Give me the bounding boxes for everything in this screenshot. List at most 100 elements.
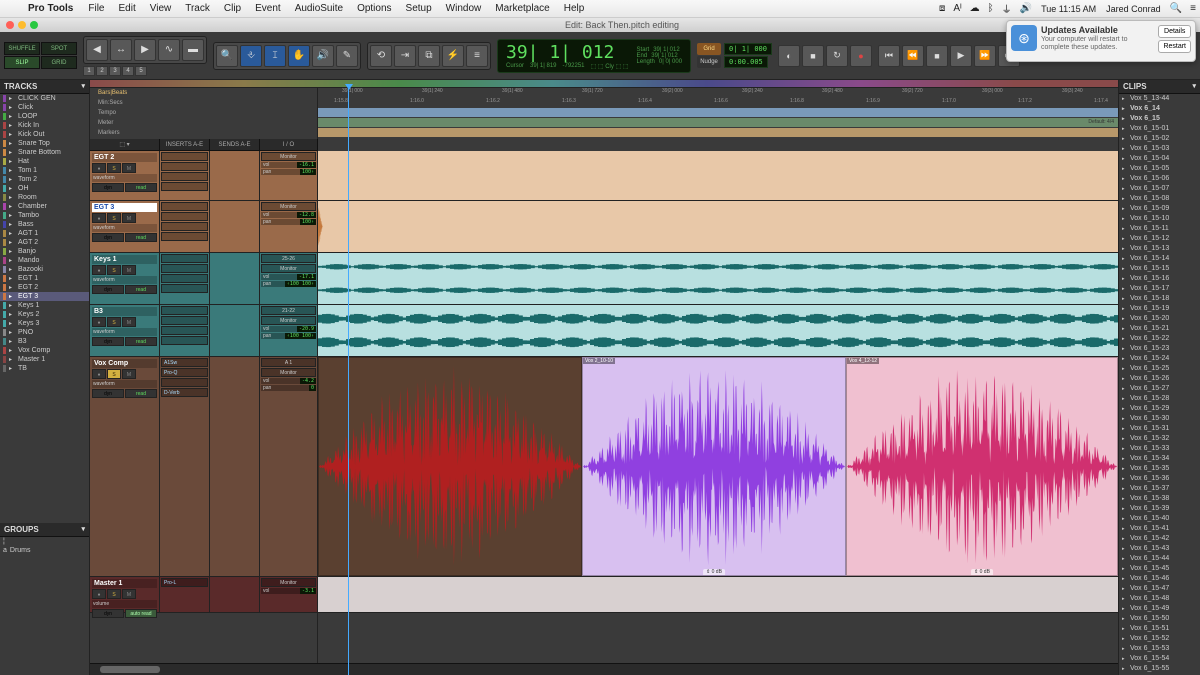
sidebar-track-item[interactable]: ▸Mando <box>0 256 89 265</box>
universe-view[interactable] <box>90 80 1118 88</box>
disclosure-icon[interactable]: ▸ <box>1122 224 1128 234</box>
clip-list-item[interactable]: ▸Vox 6_15-11 <box>1119 224 1200 234</box>
disclosure-icon[interactable]: ▸ <box>1122 134 1128 144</box>
sidebar-track-item[interactable]: ▸EGT 1 <box>0 274 89 283</box>
disclosure-icon[interactable]: ▸ <box>1122 484 1128 494</box>
disclosure-icon[interactable]: ▸ <box>1122 324 1128 334</box>
disclosure-icon[interactable]: ▸ <box>9 221 15 228</box>
grid-value[interactable]: 0| 1| 000 <box>724 43 772 55</box>
disclosure-icon[interactable]: ▸ <box>1122 654 1128 664</box>
record-arm-button[interactable]: ● <box>92 317 106 327</box>
track-lane[interactable] <box>318 305 1118 356</box>
grid-label[interactable]: Grid <box>697 43 721 55</box>
clip-list-item[interactable]: ▸Vox 6_15-48 <box>1119 594 1200 604</box>
disclosure-icon[interactable]: ▸ <box>1122 244 1128 254</box>
clip-list-item[interactable]: ▸Vox 6_15-28 <box>1119 394 1200 404</box>
disclosure-icon[interactable]: ▸ <box>9 293 15 300</box>
disclosure-icon[interactable]: ▸ <box>9 167 15 174</box>
disclosure-icon[interactable]: ▸ <box>9 302 15 309</box>
mute-button[interactable]: M <box>122 265 136 275</box>
clip-list-item[interactable]: ▸Vox 6_15-41 <box>1119 524 1200 534</box>
menu-track[interactable]: Track <box>178 3 217 14</box>
clip-list-item[interactable]: ▸Vox 6_15-13 <box>1119 244 1200 254</box>
clip-list-item[interactable]: ▸Vox 6_15-49 <box>1119 604 1200 614</box>
disclosure-icon[interactable]: ▸ <box>1122 434 1128 444</box>
dyn-button[interactable]: dyn <box>92 337 124 346</box>
sidebar-track-item[interactable]: ▸Master 1 <box>0 355 89 364</box>
insert-slot[interactable] <box>161 172 208 181</box>
disclosure-icon[interactable]: ▸ <box>1122 454 1128 464</box>
go-start-button[interactable]: ⏮ <box>878 45 900 67</box>
dyn-button[interactable]: dyn <box>92 233 124 242</box>
disclosure-icon[interactable]: ▸ <box>1122 584 1128 594</box>
disclosure-icon[interactable]: ▸ <box>1122 404 1128 414</box>
automation-mode-button[interactable]: read <box>125 285 157 294</box>
view-selector[interactable]: waveform <box>92 174 157 182</box>
dropbox-icon[interactable]: ⧈ <box>935 3 949 14</box>
sidebar-track-item[interactable]: ▸Banjo <box>0 247 89 256</box>
mute-button[interactable]: M <box>122 163 136 173</box>
user-name[interactable]: Jared Conrad <box>1101 4 1166 14</box>
sidebar-track-item[interactable]: ▸AGT 1 <box>0 229 89 238</box>
automation-mode-button[interactable]: read <box>125 183 157 192</box>
track-name[interactable]: Keys 1 <box>92 255 157 264</box>
pan-value[interactable]: ‹100 100› <box>285 281 316 287</box>
group-item[interactable]: ¦ <box>0 537 89 546</box>
automation-mode-button[interactable]: auto read <box>125 609 157 618</box>
view-selector[interactable]: waveform <box>92 276 157 284</box>
insert-slot[interactable] <box>161 162 208 171</box>
disclosure-icon[interactable]: ▸ <box>1122 124 1128 134</box>
clip-list-item[interactable]: ▸Vox 6_15-14 <box>1119 254 1200 264</box>
clip-gain-label[interactable]: ⇕ 0 dB <box>703 569 725 575</box>
insert-slot[interactable] <box>161 284 208 293</box>
disclosure-icon[interactable]: ▸ <box>1122 644 1128 654</box>
view-selector[interactable]: volume <box>92 600 157 608</box>
stop-button[interactable]: ■ <box>926 45 948 67</box>
disclosure-icon[interactable]: ▸ <box>1122 384 1128 394</box>
clip-list-item[interactable]: ▸Vox 6_15-25 <box>1119 364 1200 374</box>
solo-button[interactable]: S <box>107 589 121 599</box>
notification-restart-button[interactable]: Restart <box>1158 40 1191 53</box>
menu-setup[interactable]: Setup <box>399 3 439 14</box>
sidebar-track-item[interactable]: ▸AGT 2 <box>0 238 89 247</box>
sidebar-track-item[interactable]: ▸Chamber <box>0 202 89 211</box>
volume-icon[interactable]: 🔊 <box>1016 3 1036 14</box>
sidebar-track-item[interactable]: ▸TB <box>0 364 89 373</box>
disclosure-icon[interactable]: ▸ <box>9 356 15 363</box>
output-selector[interactable]: Monitor <box>261 578 316 587</box>
clip-list-item[interactable]: ▸Vox 6_15-04 <box>1119 154 1200 164</box>
output-selector[interactable]: Monitor <box>261 202 316 211</box>
clip-list-item[interactable]: ▸Vox 6_15-17 <box>1119 284 1200 294</box>
ruler-tempo[interactable]: Tempo <box>90 108 318 117</box>
clip-list-item[interactable]: ▸Vox 6_15-05 <box>1119 164 1200 174</box>
disclosure-icon[interactable]: ▸ <box>1122 354 1128 364</box>
disclosure-icon[interactable]: ▸ <box>9 329 15 336</box>
disclosure-icon[interactable]: ▸ <box>9 284 15 291</box>
sidebar-track-item[interactable]: ▸B3 <box>0 337 89 346</box>
ruler-markers[interactable]: Markers <box>90 128 318 137</box>
adobe-icon[interactable]: Aᴵ <box>949 3 965 14</box>
clip-list-item[interactable]: ▸Vox 6_15-50 <box>1119 614 1200 624</box>
clip-list-item[interactable]: ▸Vox 6_15-52 <box>1119 634 1200 644</box>
disclosure-icon[interactable]: ▸ <box>9 338 15 345</box>
clip-list-item[interactable]: ▸Vox 6_14 <box>1119 104 1200 114</box>
disclosure-icon[interactable]: ▸ <box>9 257 15 264</box>
insert-slot[interactable] <box>161 316 208 325</box>
disclosure-icon[interactable]: ▸ <box>1122 464 1128 474</box>
clip-list-item[interactable]: ▸Vox 6_15-01 <box>1119 124 1200 134</box>
clip-list-item[interactable]: ▸Vox 6_15-18 <box>1119 294 1200 304</box>
disclosure-icon[interactable]: ▸ <box>1122 164 1128 174</box>
insert-slot[interactable]: Pro-Q <box>161 368 208 377</box>
disclosure-icon[interactable]: ▸ <box>9 158 15 165</box>
clip-list-item[interactable]: ▸Vox 6_15-45 <box>1119 564 1200 574</box>
clip-list-item[interactable]: ▸Vox 6_15 <box>1119 114 1200 124</box>
disclosure-icon[interactable]: ▸ <box>9 95 15 102</box>
disclosure-icon[interactable]: ▸ <box>9 140 15 147</box>
pencil-tool[interactable]: ✎ <box>336 45 358 67</box>
clip-list-item[interactable]: ▸Vox 6_15-36 <box>1119 474 1200 484</box>
automation-mode-button[interactable]: read <box>125 337 157 346</box>
mute-button[interactable]: M <box>122 589 136 599</box>
clip-list-item[interactable]: ▸Vox 6_15-54 <box>1119 654 1200 664</box>
sidebar-track-item[interactable]: ▸Bass <box>0 220 89 229</box>
layered-edit-button[interactable]: ≡ <box>466 45 488 67</box>
